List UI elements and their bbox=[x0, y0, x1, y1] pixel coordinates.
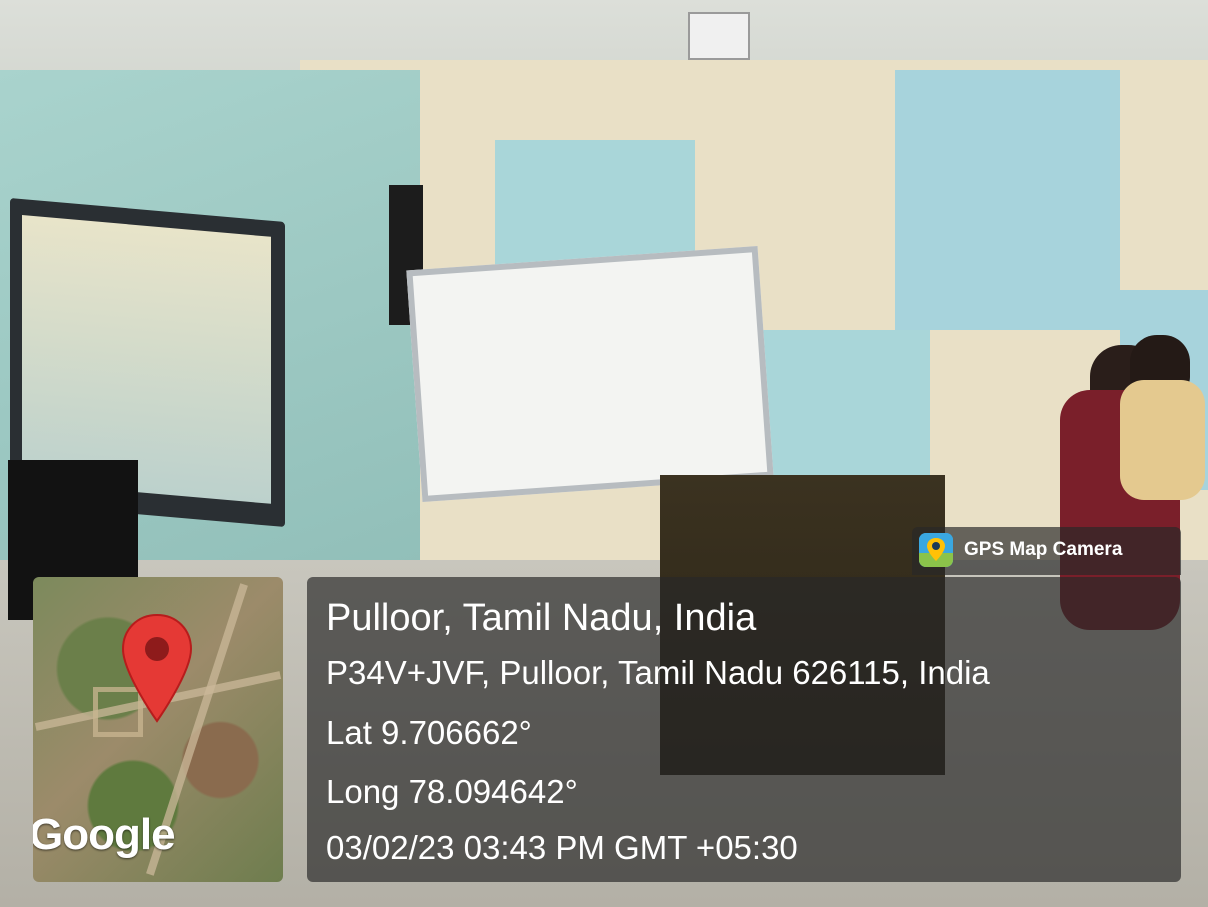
projector bbox=[688, 12, 750, 60]
place-name: Pulloor, Tamil Nadu, India bbox=[326, 597, 757, 639]
whiteboard bbox=[406, 246, 774, 502]
latitude: Lat 9.706662° bbox=[326, 714, 532, 751]
location-pin-icon bbox=[121, 613, 193, 723]
google-logo: Google bbox=[33, 810, 176, 859]
student bbox=[1120, 380, 1205, 500]
timestamp: 03/02/23 03:43 PM GMT +05:30 bbox=[326, 829, 798, 866]
gps-map-camera-badge: GPS Map Camera bbox=[912, 527, 1181, 575]
address: P34V+JVF, Pulloor, Tamil Nadu 626115, In… bbox=[326, 654, 990, 691]
longitude: Long 78.094642° bbox=[326, 773, 578, 810]
wall-tile bbox=[895, 70, 1120, 330]
location-info-panel: Pulloor, Tamil Nadu, India P34V+JVF, Pul… bbox=[307, 577, 1181, 882]
map-thumbnail: Google bbox=[33, 577, 283, 882]
map-pin-camera-icon bbox=[919, 533, 953, 567]
brand-label: GPS Map Camera bbox=[964, 539, 1123, 560]
